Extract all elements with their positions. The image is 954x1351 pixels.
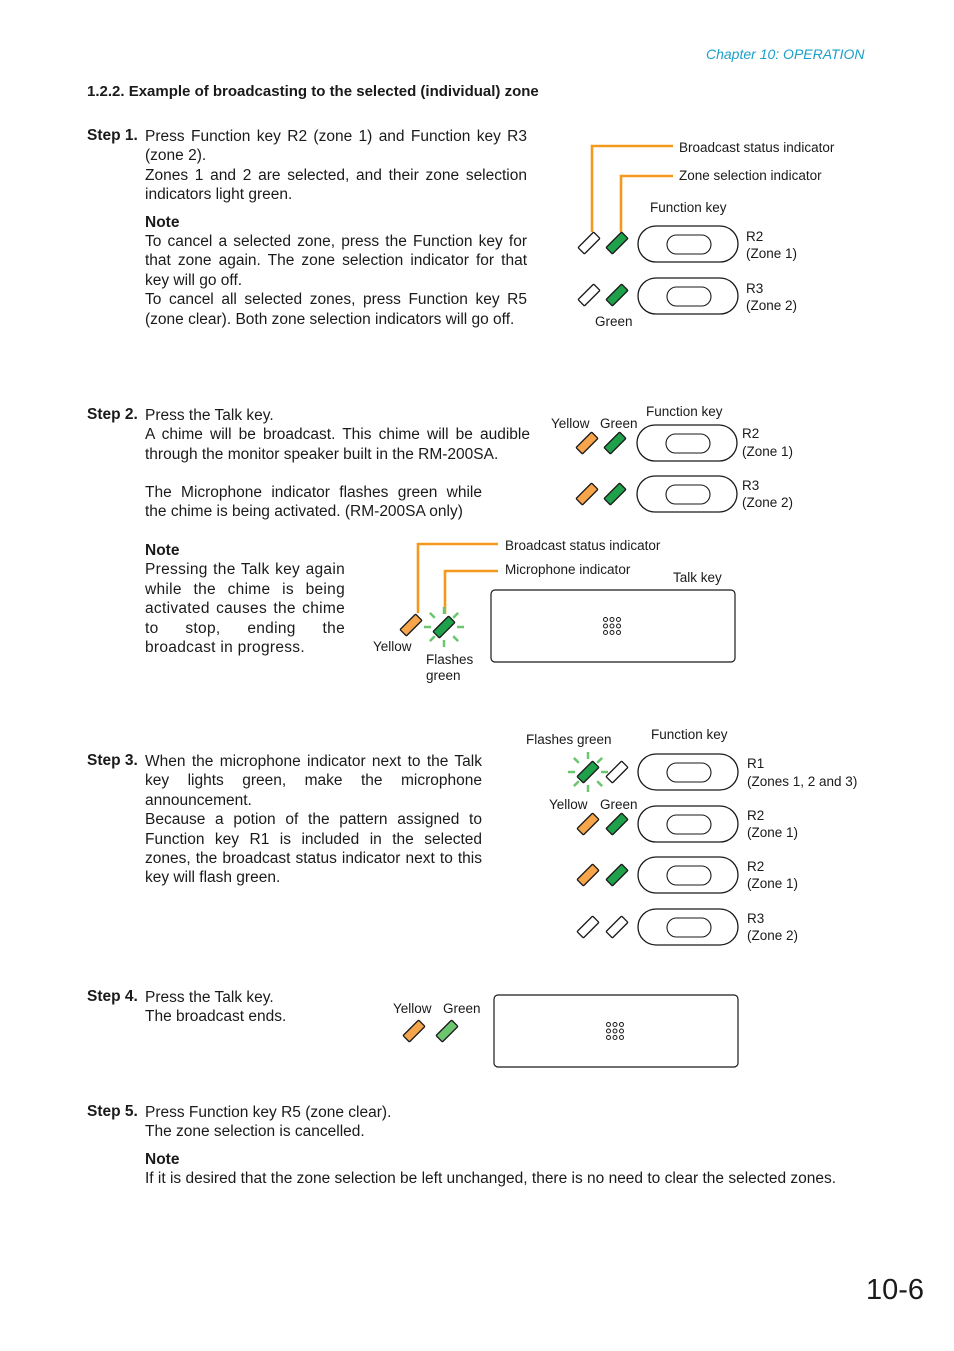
flash-ray [596, 756, 604, 764]
function-key-button [666, 865, 712, 886]
page-number: 10-6 [866, 1274, 925, 1306]
speaker-hole [616, 617, 621, 622]
speaker-hole [606, 1022, 611, 1027]
zone-selection-indicator [605, 915, 629, 939]
speaker-hole [606, 1035, 611, 1040]
broadcast-status-indicator [576, 812, 600, 836]
broadcast-status-indicator [399, 613, 423, 637]
zone-selection-indicator [605, 812, 629, 836]
callout-line-broadcast [416, 542, 498, 613]
broadcast-status-indicator [402, 1019, 426, 1043]
speaker-hole [612, 1035, 618, 1040]
zone-selection-indicator [603, 431, 627, 455]
callout-line-zone [619, 174, 673, 232]
diagram-graphics [399, 144, 739, 1068]
broadcast-status-indicator [576, 863, 600, 887]
zone-selection-indicator [605, 231, 629, 255]
function-key-button [665, 484, 711, 505]
zone-selection-indicator [605, 283, 629, 307]
microphone-indicator [435, 1019, 459, 1043]
zone-selection-indicator [605, 863, 629, 887]
speaker-hole [603, 617, 608, 622]
broadcast-status-indicator [577, 231, 601, 255]
function-key-button [666, 917, 712, 938]
speaker-hole [603, 623, 608, 629]
speaker-hole [619, 1028, 624, 1034]
speaker-hole [612, 1028, 618, 1034]
broadcast-status-indicator [575, 431, 599, 455]
speaker-hole [619, 1035, 624, 1040]
speaker-hole [603, 630, 608, 635]
zone-selection-indicator [603, 482, 627, 506]
function-key-button [665, 433, 711, 454]
broadcast-status-indicator [576, 915, 600, 939]
speaker-hole [616, 630, 621, 635]
flash-ray [452, 611, 460, 619]
flash-ray [572, 756, 580, 764]
function-key-button [666, 762, 712, 783]
microphone-indicator [432, 615, 456, 639]
function-key-button [666, 234, 712, 255]
zone-selection-indicator [605, 760, 629, 784]
function-key-button [666, 814, 712, 835]
callout-line-microphone [443, 569, 498, 614]
speaker-hole [609, 623, 615, 629]
function-key-button [666, 286, 712, 307]
broadcast-status-indicator [576, 760, 600, 784]
speaker-hole [619, 1022, 624, 1027]
flash-ray [596, 780, 604, 788]
speaker-hole [609, 630, 615, 635]
speaker-hole [609, 617, 615, 622]
speaker-hole [616, 623, 621, 629]
callout-line-broadcast [590, 144, 673, 232]
flash-ray [572, 780, 580, 788]
flash-ray [428, 611, 436, 619]
broadcast-status-indicator [575, 482, 599, 506]
speaker-hole [612, 1022, 618, 1027]
flash-ray [452, 635, 460, 643]
broadcast-status-indicator [577, 283, 601, 307]
flash-ray [428, 635, 436, 643]
speaker-hole [606, 1028, 611, 1034]
